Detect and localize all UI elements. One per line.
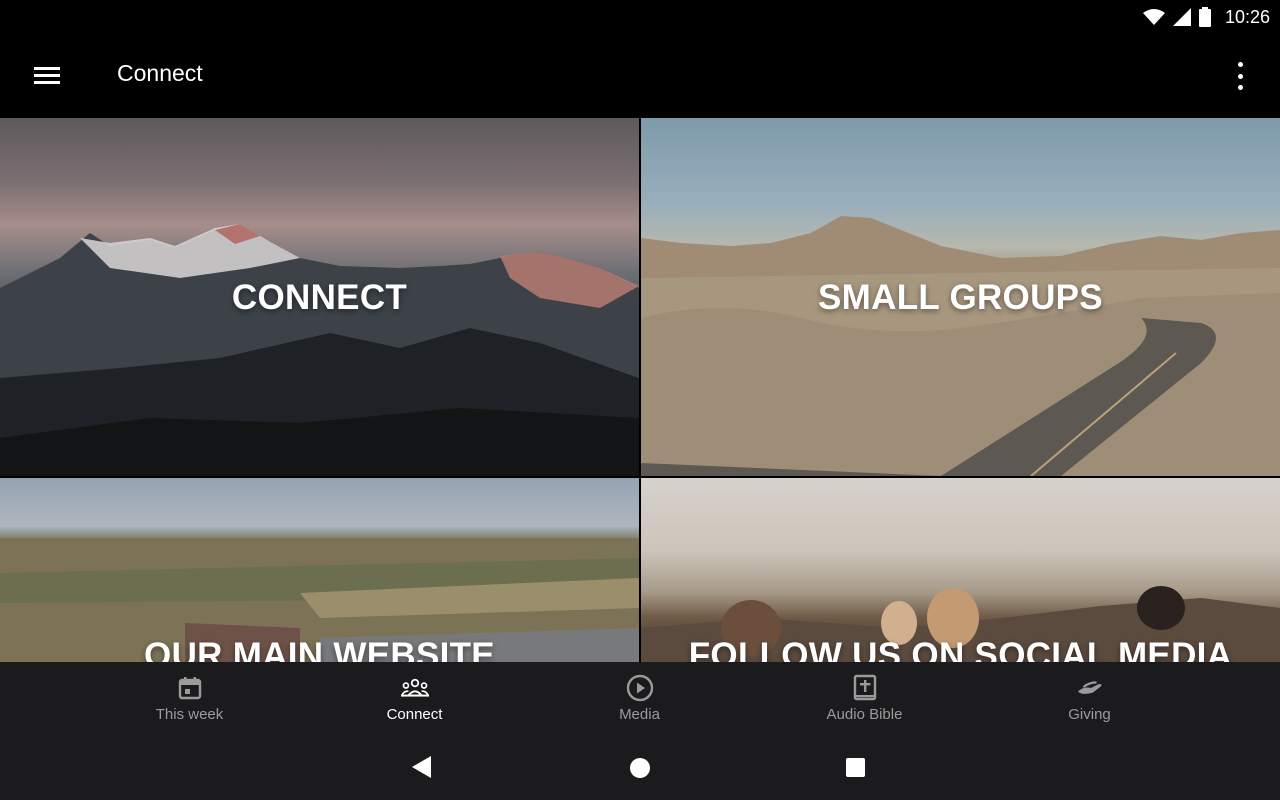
wifi-icon [1142, 9, 1165, 25]
tile-label: OUR MAIN WEBSITE [144, 636, 495, 662]
tile-label: CONNECT [231, 278, 408, 317]
bible-icon [851, 674, 879, 702]
bottom-navigation: This week Connect Media Audio Bible Givi… [0, 662, 1280, 734]
tile-our-main-website[interactable]: OUR MAIN WEBSITE [0, 478, 639, 662]
cell-signal-icon [1172, 8, 1191, 26]
page-title: Connect [117, 60, 203, 86]
aerial-landscape-image [0, 538, 639, 662]
nav-label: Giving [1068, 706, 1111, 723]
system-navigation-bar [0, 734, 1280, 800]
back-icon[interactable] [412, 756, 431, 778]
nav-item-this-week[interactable]: This week [77, 662, 302, 734]
nav-item-giving[interactable]: Giving [977, 662, 1202, 734]
app-bar: Connect [0, 34, 1280, 118]
more-vert-icon[interactable] [1230, 62, 1250, 90]
nav-item-connect[interactable]: Connect [302, 662, 527, 734]
tile-connect[interactable]: CONNECT [0, 118, 639, 476]
tile-small-groups[interactable]: SMALL GROUPS [641, 118, 1280, 476]
nav-item-audio-bible[interactable]: Audio Bible [752, 662, 977, 734]
people-silhouette-image [641, 586, 1280, 662]
giving-hand-icon [1076, 674, 1104, 702]
connect-tiles-grid: CONNECT SMALL GROUPS OUR MAIN WEBSITE FO… [0, 118, 1280, 662]
tile-label: SMALL GROUPS [818, 278, 1103, 317]
status-time: 10:26 [1224, 6, 1270, 27]
nav-label: Media [619, 706, 660, 723]
nav-label: Audio Bible [826, 706, 903, 723]
tile-label: FOLLOW US ON SOCIAL MEDIA [688, 636, 1233, 662]
nav-label: Connect [386, 706, 443, 723]
battery-icon [1198, 7, 1211, 27]
home-icon[interactable] [630, 758, 650, 778]
recents-icon[interactable] [846, 758, 865, 777]
tile-follow-us-on-social-media[interactable]: FOLLOW US ON SOCIAL MEDIA [641, 478, 1280, 662]
play-circle-icon [626, 674, 654, 702]
people-group-icon [400, 674, 429, 702]
nav-label: This week [155, 706, 224, 723]
nav-item-media[interactable]: Media [527, 662, 752, 734]
status-bar: 10:26 [0, 0, 1280, 34]
hamburger-menu-icon[interactable] [34, 64, 62, 86]
calendar-icon [176, 674, 204, 702]
status-icons: 10:26 [1142, 0, 1270, 34]
